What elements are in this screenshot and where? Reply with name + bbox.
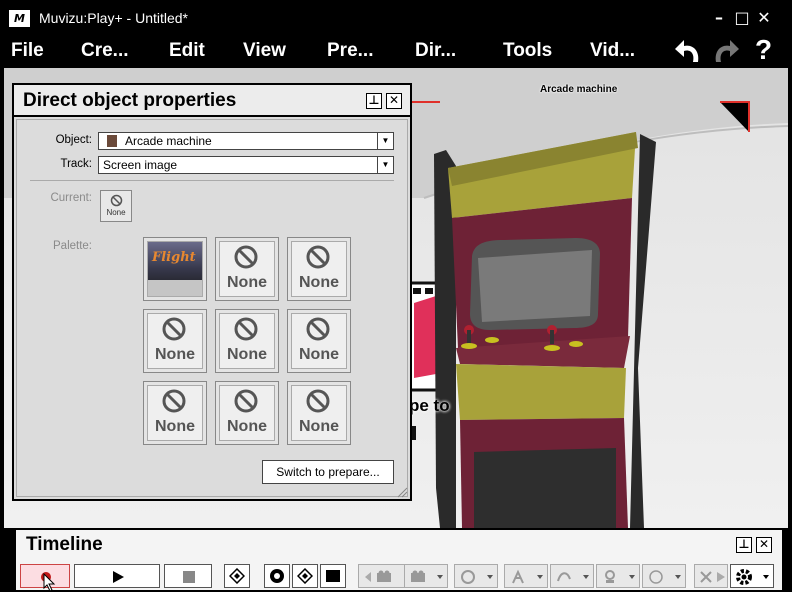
timeline-title: Timeline [26,534,103,555]
minimize-button[interactable]: – [710,8,728,27]
arcade-object-icon [107,135,117,147]
scene-sign-text: pe to [409,396,450,415]
expression-button[interactable] [642,564,686,588]
gear-icon [736,569,769,585]
close-window-button[interactable]: ✕ [755,8,773,27]
object-icon [700,571,725,583]
none-icon [234,389,258,413]
palette-slot[interactable]: None [287,381,351,445]
menu-direct[interactable]: Dir... [415,40,456,62]
screen-button[interactable] [320,564,346,588]
close-panel-button[interactable]: ✕ [386,93,402,109]
palette-slot[interactable]: None [143,381,207,445]
expression-icon [649,570,681,584]
panel-header[interactable]: Direct object properties ⊥ ✕ [14,85,410,117]
none-icon [162,317,186,341]
screen-icon [326,570,340,582]
character-button[interactable] [504,564,548,588]
stop-icon [183,571,195,583]
redo-icon[interactable] [710,34,742,68]
record-button[interactable] [20,564,70,592]
diamond-button[interactable] [292,564,318,588]
palette-slot[interactable]: None [287,237,351,301]
title-bar: M Muvizu:Play+ - Untitled* – □ ✕ [0,0,792,36]
pin-panel-button[interactable]: ⊥ [366,93,382,109]
track-select[interactable]: Screen image ▼ [98,156,394,174]
palette-label: Palette: [53,240,92,252]
audio-icon [605,570,635,583]
direct-object-button[interactable] [694,564,728,588]
animation-icon [557,572,589,582]
panel-title: Direct object properties [23,90,237,111]
menu-video[interactable]: Vid... [590,40,635,62]
window-title: Muvizu:Play+ - Untitled* [39,10,189,26]
keyframe-button[interactable] [224,564,250,588]
palette-slot-label: None [299,274,339,291]
keyframe-icon [229,568,245,584]
palette-slot-label: None [299,346,339,363]
palette-slot[interactable]: None [215,309,279,373]
none-icon [234,245,258,269]
play-icon [113,571,124,583]
maximize-button[interactable]: □ [733,8,751,27]
menu-view[interactable]: View [243,40,286,62]
audio-button[interactable] [596,564,640,588]
palette-slot[interactable]: None [143,309,207,373]
palette-slot-label: None [227,346,267,363]
object-select[interactable]: Arcade machine ▼ [98,132,394,150]
diamond-icon [297,568,313,584]
palette-slot[interactable]: None [287,309,351,373]
object-label: Object: [55,134,92,146]
menu-file[interactable]: File [11,40,44,62]
play-button[interactable] [74,564,160,588]
menu-edit[interactable]: Edit [169,40,205,62]
selected-object-label: Arcade machine [540,84,618,95]
stop-button[interactable] [164,564,212,588]
switch-to-prepare-button[interactable]: Switch to prepare... [262,460,394,484]
camera-track-2-button[interactable] [404,564,448,588]
track-select-value: Screen image [103,158,178,172]
palette-slot-label: None [299,418,339,435]
current-image-value: None [106,208,126,217]
effects-button[interactable] [454,564,498,588]
palette-slot-label: None [155,346,195,363]
character-icon [512,569,543,584]
none-icon [110,194,123,207]
palette-slot[interactable]: None [215,237,279,301]
settings-button[interactable] [730,564,774,588]
menu-tools[interactable]: Tools [503,40,552,62]
camera-icon [411,570,443,582]
none-icon [306,389,330,413]
object-select-value: Arcade machine [125,134,212,148]
camera-mode-button[interactable] [264,564,290,588]
menu-create[interactable]: Cre... [81,40,129,62]
current-label: Current: [50,192,92,204]
none-icon [306,245,330,269]
track-label: Track: [60,158,92,170]
palette-slot-label: None [227,418,267,435]
palette-thumbnail-title: Flight [152,250,196,265]
animation-button[interactable] [550,564,594,588]
help-button[interactable]: ? [755,34,772,66]
lens-icon [270,569,284,583]
divider [30,180,394,181]
chevron-down-icon: ▼ [377,157,393,173]
palette-slot[interactable]: None [215,381,279,445]
palette-slot-label: None [155,418,195,435]
effects-icon [461,570,493,584]
app-logo-icon: M [9,10,30,27]
mouse-cursor-icon [43,573,56,592]
palette-slot[interactable]: Flight [143,237,207,301]
none-icon [306,317,330,341]
none-icon [234,317,258,341]
none-icon [162,389,186,413]
chevron-down-icon: ▼ [377,133,393,149]
menu-prepare[interactable]: Pre... [327,40,373,62]
pin-timeline-button[interactable]: ⊥ [736,537,752,553]
close-timeline-button[interactable]: ✕ [756,537,772,553]
current-image-slot[interactable]: None [100,190,132,222]
undo-icon[interactable] [672,34,704,68]
palette-slot-label: None [227,274,267,291]
resize-grip-icon[interactable] [396,486,408,498]
